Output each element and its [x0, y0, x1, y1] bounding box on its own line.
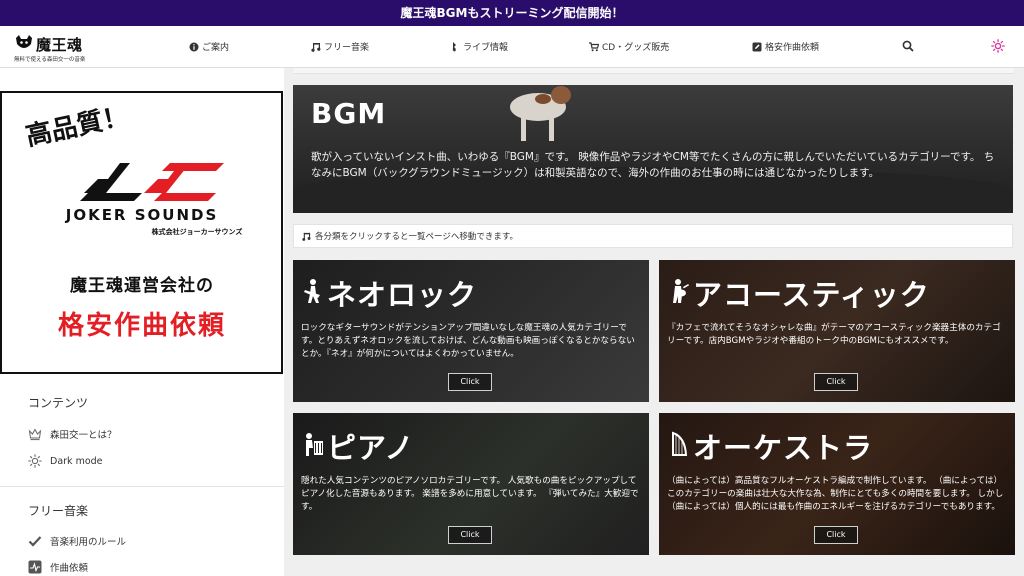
category-card-acoustic[interactable]: アコースティック 『カフェで流れてそうなオシャレな曲』がテーマのアコースティック…: [659, 260, 1015, 402]
card-title: ネオロック: [327, 278, 478, 312]
banner-brand: JOKER SOUNDS: [65, 206, 219, 224]
guitar-icon: [452, 41, 456, 51]
sidebar-item-music-rules-label: 音楽利用のルール: [50, 537, 127, 548]
category-notice-text: 各分類をクリックすると一覧ページへ移動できます。: [315, 232, 518, 242]
nav-guide-label: ご案内: [202, 43, 230, 53]
crown-icon: [28, 428, 42, 441]
nav-composition-request[interactable]: 格安作曲依頼: [752, 40, 819, 53]
hero-title: BGM: [311, 97, 387, 130]
search-icon[interactable]: [902, 40, 914, 52]
cart-icon: [589, 41, 599, 51]
info-icon: [189, 42, 199, 51]
card-title: アコースティック: [693, 278, 930, 312]
nav-shop-label: CD・グッズ販売: [602, 43, 670, 53]
nav-composition-request-label: 格安作曲依頼: [765, 43, 820, 53]
pianist-icon: [306, 433, 323, 456]
card-title: オーケストラ: [693, 431, 874, 465]
sidebar-item-music-rules[interactable]: 音楽利用のルール: [28, 534, 126, 548]
nav-shop[interactable]: CD・グッズ販売: [589, 40, 669, 53]
demon-logo-icon: [16, 35, 32, 48]
sidebar-item-composition-request[interactable]: 作曲依頼: [28, 560, 88, 574]
breadcrumb-strip: [294, 68, 1014, 74]
category-card-piano[interactable]: ピアノ 隠れた人気コンテンツのピアノソロカテゴリーです。 人気歌もの曲をピックア…: [293, 413, 649, 555]
check-icon: [28, 536, 42, 547]
site-header: 魔王魂 無料で使える森田交一の音楽 ご案内 フリー音楽 ライブ情報 CD・グッズ…: [0, 26, 1024, 68]
sidebar-heading-free-music: フリー音楽: [28, 504, 89, 518]
logo-subtitle: 無料で使える森田交一の音楽: [14, 57, 86, 63]
card-description: ロックなギターサウンドがテンションアップ間違いなしな魔王魂の人気カテゴリーです。…: [301, 323, 635, 359]
banner-quality-text: 高品質！: [23, 101, 132, 153]
harp-icon: [672, 431, 688, 456]
acoustic-guitarist-icon: [673, 279, 689, 303]
sidebar-divider: [0, 486, 284, 487]
bgm-hero: BGM 歌が入っていないインスト曲、いわゆる『BGM』です。 映像作品やラジオや…: [293, 85, 1013, 213]
card-title: ピアノ: [327, 431, 415, 465]
category-card-orchestra[interactable]: オーケストラ （曲によっては）高品質なフルオーケストラ編成で制作しています。 （…: [659, 413, 1015, 555]
nav-live-info-label: ライブ情報: [463, 43, 509, 53]
card-description: 『カフェで流れてそうなオシャレな曲』がテーマのアコースティック楽器主体のカテゴリ…: [667, 323, 1001, 346]
card-click-button[interactable]: Click: [814, 526, 858, 544]
site-logo[interactable]: 魔王魂 無料で使える森田交一の音楽: [14, 34, 100, 64]
dark-mode-toggle-icon[interactable]: [991, 39, 1005, 53]
sidebar-item-about-label: 森田交一とは？: [50, 430, 117, 441]
banner-line2: 格安作曲依頼: [57, 311, 226, 341]
announcement-bar[interactable]: 魔王魂BGMもストリーミング配信開始！: [0, 0, 1024, 26]
sun-icon: [28, 454, 42, 468]
card-click-button[interactable]: Click: [448, 373, 492, 391]
joker-sounds-logo-icon: [80, 163, 224, 201]
sidebar-heading-contents: コンテンツ: [28, 396, 89, 410]
sidebar-item-about[interactable]: 森田交一とは？: [28, 427, 117, 441]
composition-request-banner[interactable]: 高品質！ JOKER SOUNDS 株式会社ジョーカーサウンズ 魔王魂運営会社の…: [0, 91, 283, 374]
nav-free-music[interactable]: フリー音楽: [311, 40, 369, 53]
nav-guide[interactable]: ご案内: [189, 40, 229, 53]
card-description: （曲によっては）高品質なフルオーケストラ編成で制作しています。 （曲によっては）…: [667, 476, 1004, 512]
main-content: BGM 歌が入っていないインスト曲、いわゆる『BGM』です。 映像作品やラジオや…: [284, 68, 1024, 576]
category-card-neo-rock[interactable]: ネオロック ロックなギターサウンドがテンションアップ間違いなしな魔王魂の人気カテ…: [293, 260, 649, 402]
nav-live-info[interactable]: ライブ情報: [450, 40, 508, 53]
logo-title: 魔王魂: [36, 36, 83, 54]
pen-square-icon: [752, 42, 762, 51]
nav-free-music-label: フリー音楽: [324, 43, 370, 53]
sidebar-item-dark-mode-label: Dark mode: [50, 455, 103, 467]
dog-photo-icon: [510, 86, 571, 141]
card-click-button[interactable]: Click: [448, 526, 492, 544]
card-click-button[interactable]: Click: [814, 373, 858, 391]
category-notice: 各分類をクリックすると一覧ページへ移動できます。: [293, 224, 1013, 248]
sidebar-item-dark-mode[interactable]: Dark mode: [28, 454, 103, 468]
sidebar-item-composition-request-label: 作曲依頼: [50, 563, 89, 574]
hero-description: 歌が入っていないインスト曲、いわゆる『BGM』です。 映像作品やラジオやCM等で…: [311, 151, 995, 179]
music-note-icon: [311, 42, 321, 52]
music-note-icon: [302, 232, 311, 241]
banner-company: 株式会社ジョーカーサウンズ: [151, 228, 243, 236]
pulse-icon: [28, 560, 42, 574]
rock-guitarist-icon: [304, 279, 320, 303]
card-description: 隠れた人気コンテンツのピアノソロカテゴリーです。 人気歌もの曲をピックアップして…: [301, 476, 639, 512]
sidebar: 高品質！ JOKER SOUNDS 株式会社ジョーカーサウンズ 魔王魂運営会社の…: [0, 68, 284, 576]
banner-line1: 魔王魂運営会社の: [70, 276, 214, 296]
